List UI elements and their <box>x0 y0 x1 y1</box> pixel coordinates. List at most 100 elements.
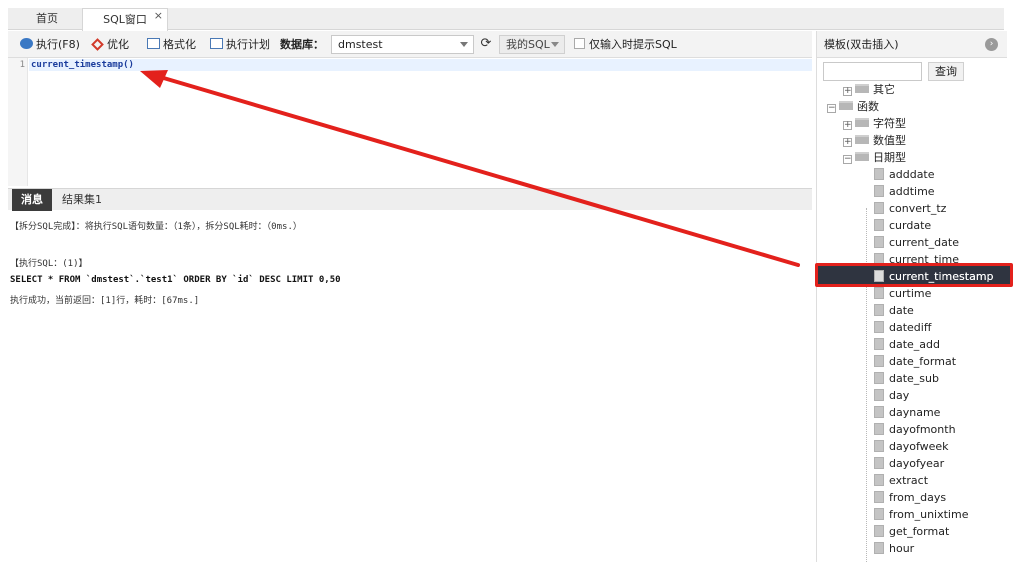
hint-checkbox-label[interactable]: 仅输入时提示SQL <box>589 35 677 54</box>
tree-leaf-label: addtime <box>889 185 935 198</box>
tree-guide-line <box>866 208 867 562</box>
tree-node-label: 其它 <box>873 83 895 96</box>
template-panel-title: 模板(双击插入) <box>824 38 899 51</box>
tree-leaf-extract[interactable]: extract <box>874 472 928 489</box>
tree-leaf-date-add[interactable]: date_add <box>874 336 940 353</box>
tree-leaf-label: current_timestamp <box>889 270 994 283</box>
tree-leaf-dayofyear[interactable]: dayofyear <box>874 455 944 472</box>
tree-node-numeric-type[interactable]: + 数值型 <box>843 132 906 149</box>
tree-leaf-datediff[interactable]: datediff <box>874 319 931 336</box>
message-line: 【拆分SQL完成】：将执行SQL语句数量：（1条），拆分SQL耗时：（0ms.） <box>10 222 302 232</box>
tab-result-set[interactable]: 结果集1 <box>54 189 110 211</box>
tree-leaf-day[interactable]: day <box>874 387 909 404</box>
current-line-highlight <box>29 59 812 71</box>
tree-leaf-hour[interactable]: hour <box>874 540 914 557</box>
tree-leaf-get-format[interactable]: get_format <box>874 523 949 540</box>
tab-home[interactable]: 首页 <box>16 8 78 30</box>
tree-leaf-label: current_date <box>889 236 959 249</box>
expand-icon[interactable]: + <box>843 87 852 96</box>
chevron-down-icon <box>460 42 468 47</box>
tree-node-other[interactable]: + 其它 <box>843 81 895 98</box>
tab-messages[interactable]: 消息 <box>12 189 52 211</box>
tab-bar: 首页 SQL窗口 × <box>8 8 1004 31</box>
message-sql-line: SELECT * FROM `dmstest`.`test1` ORDER BY… <box>10 275 341 285</box>
database-select[interactable]: dmstest <box>331 35 474 54</box>
tree-leaf-convert-tz[interactable]: convert_tz <box>874 200 946 217</box>
collapse-node-icon[interactable]: − <box>827 104 836 113</box>
sql-editor[interactable]: 1 current_timestamp() <box>8 58 812 186</box>
tab-sql-window-label: SQL窗口 <box>103 13 147 26</box>
tree-leaf-label: date_sub <box>889 372 939 385</box>
optimize-icon <box>91 38 104 51</box>
tree-leaf-label: extract <box>889 474 929 487</box>
tree-leaf-label: datediff <box>889 321 932 334</box>
run-button[interactable]: 执行(F8) <box>20 35 80 54</box>
tree-leaf-date[interactable]: date <box>874 302 914 319</box>
tree-leaf-label: convert_tz <box>889 202 947 215</box>
format-label: 格式化 <box>163 38 196 51</box>
tree-leaf-from-days[interactable]: from_days <box>874 489 946 506</box>
folder-icon <box>855 152 869 161</box>
close-icon[interactable]: × <box>154 5 163 27</box>
refresh-icon[interactable]: ⟳ <box>478 36 494 52</box>
template-search-input[interactable] <box>823 62 922 81</box>
hint-checkbox[interactable] <box>574 38 585 49</box>
tree-leaf-label: date_format <box>889 355 957 368</box>
tree-node-string-type[interactable]: + 字符型 <box>843 115 906 132</box>
tree-leaf-date-format[interactable]: date_format <box>874 353 956 370</box>
code-text[interactable]: current_timestamp() <box>31 59 134 71</box>
file-icon <box>874 304 884 316</box>
template-search-button[interactable]: 查询 <box>928 62 964 81</box>
tree-leaf-from-unixtime[interactable]: from_unixtime <box>874 506 968 523</box>
optimize-button[interactable]: 优化 <box>91 35 129 54</box>
tree-leaf-dayname[interactable]: dayname <box>874 404 940 421</box>
tree-leaf-dayofweek[interactable]: dayofweek <box>874 438 949 455</box>
file-icon <box>874 355 884 367</box>
expand-icon[interactable]: + <box>843 138 852 147</box>
tree-leaf-date-sub[interactable]: date_sub <box>874 370 939 387</box>
file-icon <box>874 525 884 537</box>
tree-node-label: 字符型 <box>873 117 906 130</box>
template-tree: + 其它 − 函数 + 字符型 + 数值型 − 日期型 adddate addtime con… <box>817 81 1007 562</box>
tree-leaf-label: dayname <box>889 406 941 419</box>
tree-leaf-addtime[interactable]: addtime <box>874 183 935 200</box>
database-value: dmstest <box>338 38 383 51</box>
file-icon <box>874 457 884 469</box>
optimize-label: 优化 <box>107 38 129 51</box>
plan-button[interactable]: 执行计划 <box>210 35 270 54</box>
tree-leaf-label: adddate <box>889 168 935 181</box>
expand-icon[interactable]: + <box>843 121 852 130</box>
collapse-node-icon[interactable]: − <box>843 155 852 164</box>
tree-leaf-adddate[interactable]: adddate <box>874 166 935 183</box>
folder-icon <box>839 101 853 110</box>
my-sql-dropdown[interactable]: 我的SQL <box>499 35 565 54</box>
format-button[interactable]: 格式化 <box>147 35 196 54</box>
tab-sql-window[interactable]: SQL窗口 × <box>82 8 168 31</box>
template-panel: 模板(双击插入) › 查询 + 其它 − 函数 + 字符型 + 数值型 − 日期型 add… <box>816 31 1007 562</box>
collapse-icon[interactable]: › <box>985 38 998 51</box>
tree-leaf-label: from_unixtime <box>889 508 969 521</box>
file-icon <box>874 423 884 435</box>
tree-leaf-dayofmonth[interactable]: dayofmonth <box>874 421 956 438</box>
tree-node-date-type[interactable]: − 日期型 <box>843 149 906 166</box>
file-icon <box>874 168 884 180</box>
tree-node-label: 日期型 <box>873 151 906 164</box>
tree-leaf-curtime[interactable]: curtime <box>874 285 931 302</box>
folder-icon <box>855 84 869 93</box>
tree-leaf-current-date[interactable]: current_date <box>874 234 959 251</box>
tree-leaf-label: get_format <box>889 525 950 538</box>
tree-leaf-selected-overlay[interactable]: current_timestamp <box>874 268 994 285</box>
tree-leaf-label: day <box>889 389 910 402</box>
file-icon <box>874 338 884 350</box>
file-icon <box>874 440 884 452</box>
tree-leaf-label: dayofweek <box>889 440 949 453</box>
message-panel: 【拆分SQL完成】：将执行SQL语句数量：（1条），拆分SQL耗时：（0ms.）… <box>8 212 812 562</box>
tree-node-functions[interactable]: − 函数 <box>827 98 879 115</box>
plan-label: 执行计划 <box>226 38 270 51</box>
tree-leaf-label: curdate <box>889 219 932 232</box>
file-icon <box>874 202 884 214</box>
tree-leaf-curdate[interactable]: curdate <box>874 217 931 234</box>
file-icon <box>874 491 884 503</box>
file-icon <box>874 474 884 486</box>
message-line: 执行成功，当前返回：[1]行，耗时：[67ms.] <box>10 296 200 306</box>
